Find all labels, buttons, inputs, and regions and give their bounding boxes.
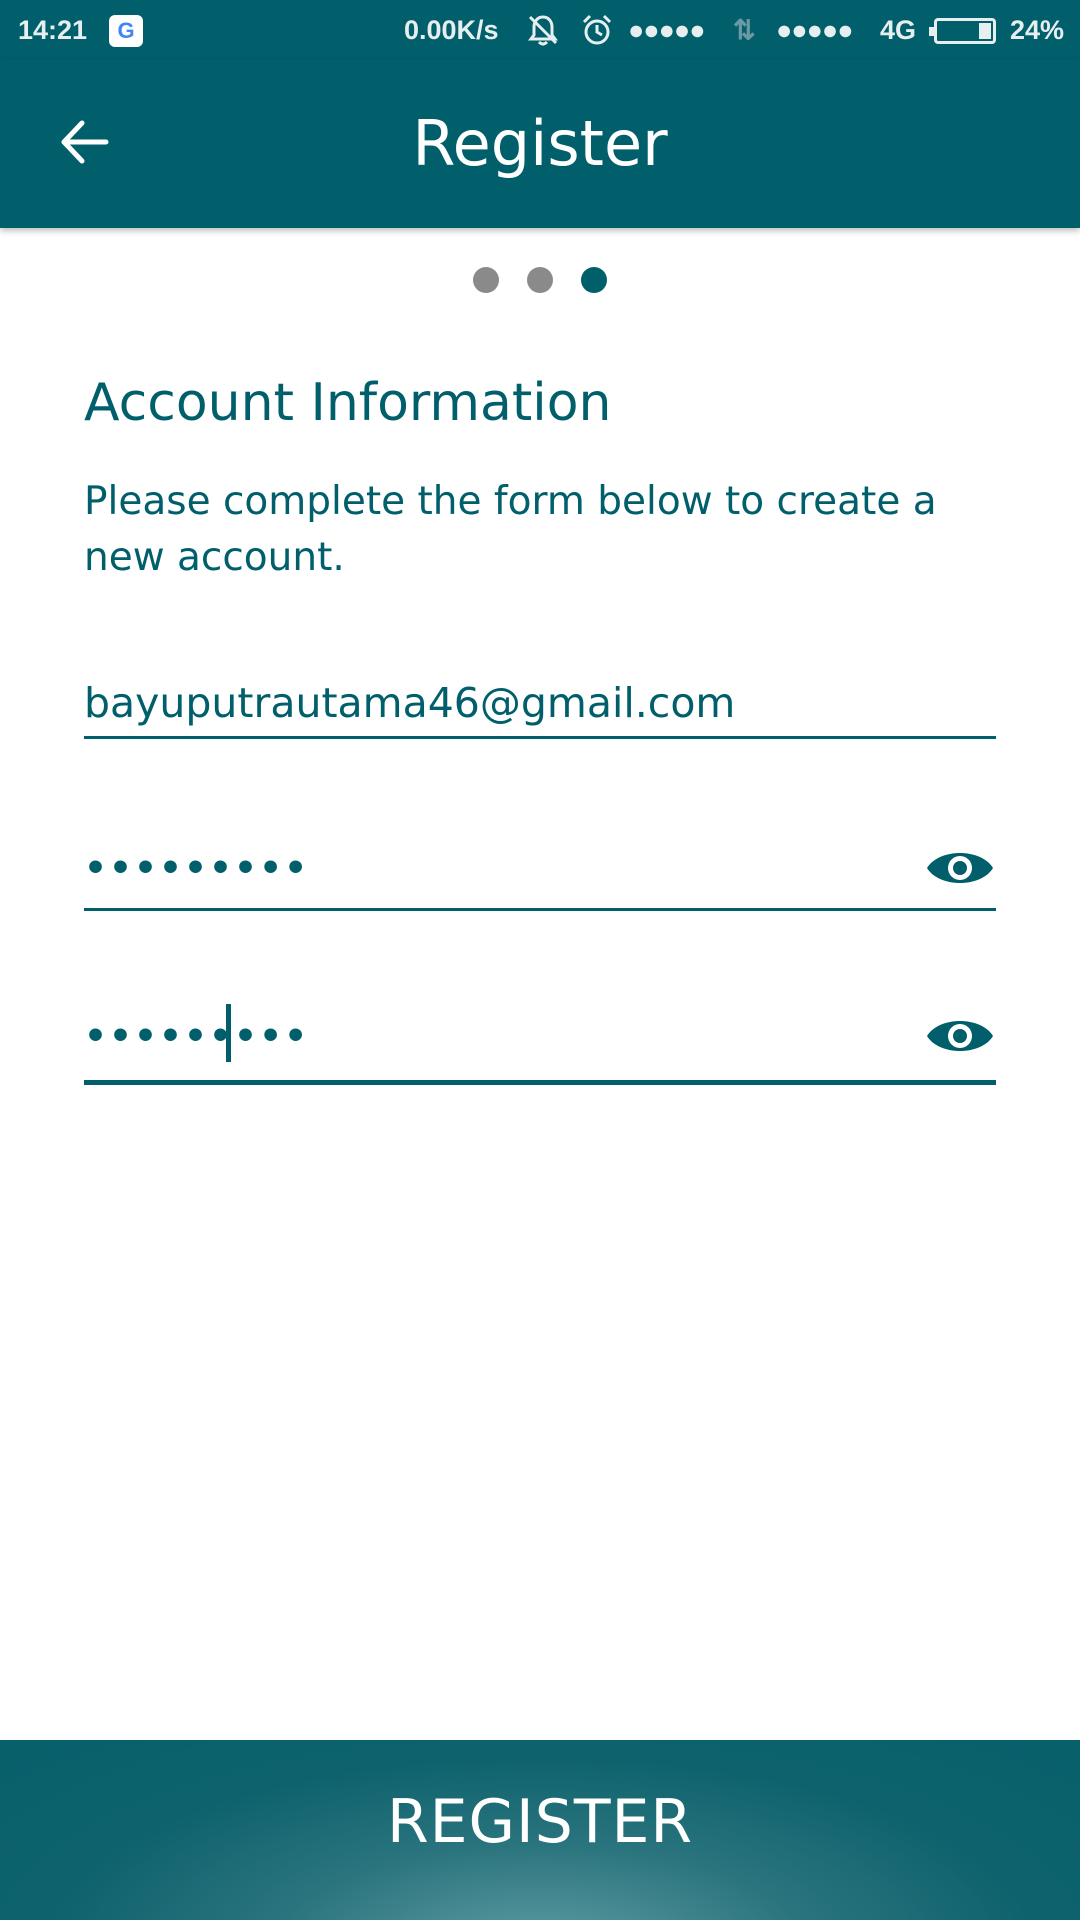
step-dot-2 (527, 267, 553, 293)
network-type: 4G (880, 15, 917, 45)
data-transfer-icon: ⇅ (733, 15, 756, 45)
step-indicator (0, 267, 1080, 293)
google-g-icon: G (109, 15, 143, 47)
app-bar: Register (0, 60, 1080, 228)
form-description: Please complete the form below to create… (84, 479, 937, 580)
eye-icon (927, 853, 993, 883)
page-title: Register (412, 107, 668, 180)
password-input[interactable] (84, 832, 884, 904)
network-speed: 0.00K/s (404, 15, 499, 45)
section-heading: Account Information (84, 373, 612, 433)
email-field (84, 670, 996, 739)
battery-icon (929, 18, 996, 44)
status-time: 14:21 (18, 15, 88, 45)
step-dot-1 (473, 267, 499, 293)
eye-icon (927, 1021, 993, 1051)
password-visibility-toggle[interactable] (924, 836, 996, 900)
text-caret (226, 1004, 231, 1062)
status-bar: 14:21 G 0.00K/s ●●●●● ⇅ ●●●●● 4G 24% (0, 0, 1080, 60)
confirm-password-field (84, 1000, 996, 1085)
confirm-password-visibility-toggle[interactable] (924, 1004, 996, 1068)
register-button-label: REGISTER (386, 1787, 694, 1857)
battery-level-fill (979, 23, 991, 39)
register-button[interactable]: REGISTER (0, 1740, 1080, 1920)
step-dot-3-active (581, 267, 607, 293)
bell-muted-icon (526, 13, 560, 55)
alarm-icon (580, 13, 614, 55)
signal-strength-1: ●●●●● (628, 15, 706, 45)
battery-percent: 24% (1010, 15, 1065, 45)
signal-strength-2: ●●●●● (776, 15, 854, 45)
password-field (84, 832, 996, 911)
email-input[interactable] (84, 670, 884, 736)
confirm-password-input[interactable] (84, 1000, 884, 1072)
